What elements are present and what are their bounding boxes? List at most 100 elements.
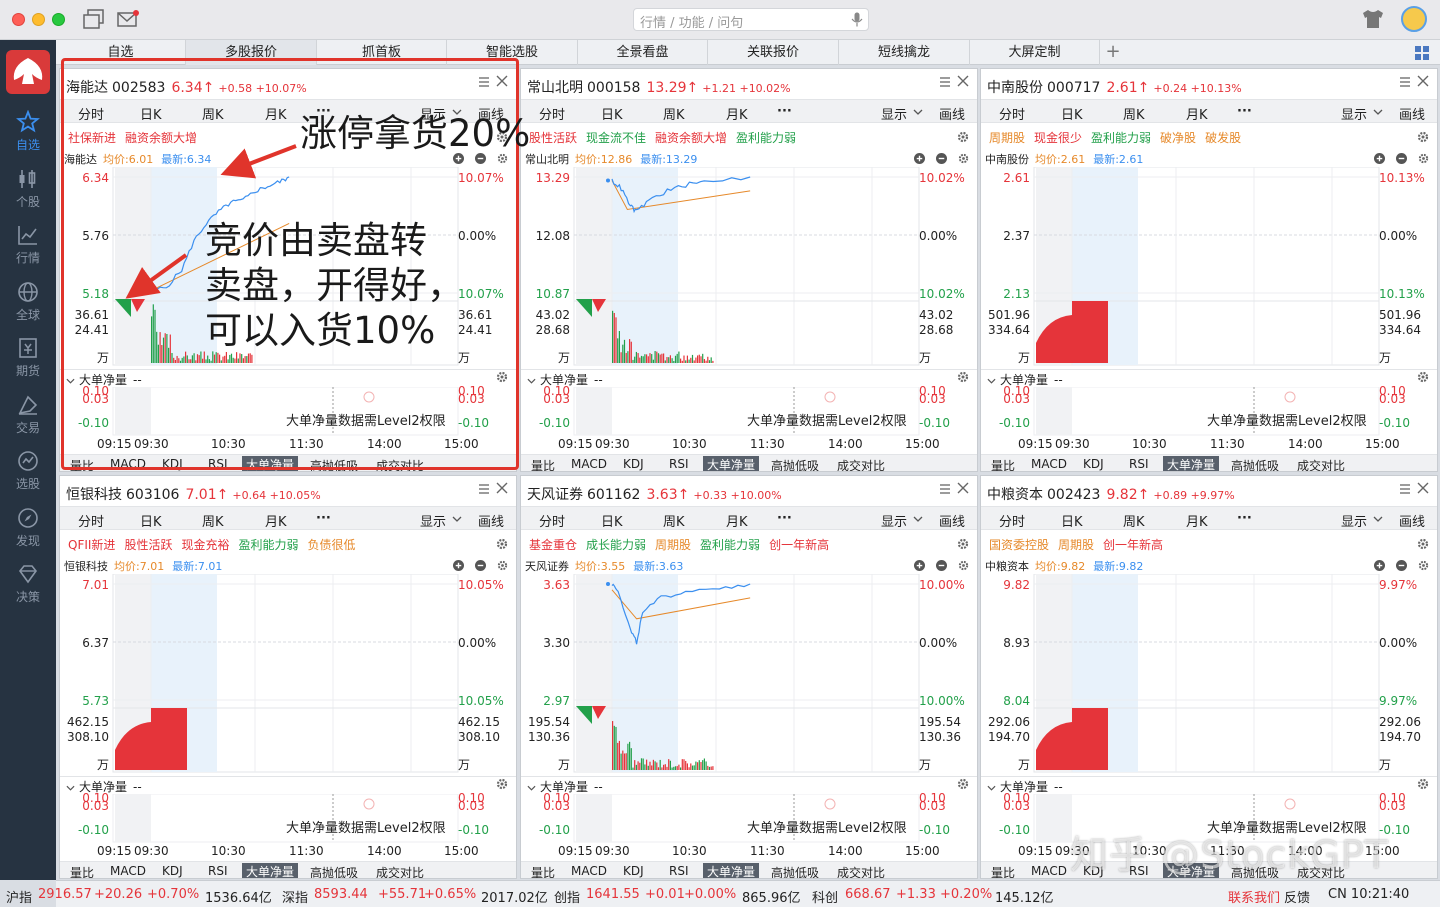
indicator-tab-4[interactable]: 大单净量 [703,456,760,471]
cy-index-name[interactable]: 创指 [554,887,580,906]
stock-tag[interactable]: 基金重仓 [529,538,577,552]
panel-tab-5[interactable]: 显示 [881,511,907,530]
indicator-tab-6[interactable]: 成交对比 [837,864,885,878]
user-avatar[interactable] [1401,6,1427,32]
close-icon[interactable] [1417,75,1429,87]
stock-tag[interactable]: 盈利能力弱 [1091,131,1151,145]
close-icon[interactable] [957,482,969,494]
panel-tab-3[interactable]: 月K [1186,511,1208,530]
add-tab-button[interactable]: + [1102,40,1124,65]
mail-icon[interactable] [116,9,140,29]
feedback-link[interactable]: 反馈 [1284,887,1310,906]
panel-tab-2[interactable]: 周K [1123,511,1145,530]
panel-menu-icon[interactable] [478,483,490,495]
close-icon[interactable] [1417,482,1429,494]
search-input[interactable]: 行情 / 功能 / 问句 [633,8,869,31]
stock-tag[interactable]: 现金很少 [1034,131,1082,145]
indicator-tab-6[interactable]: 成交对比 [1297,457,1345,471]
stock-tag[interactable]: 融资余额大增 [655,131,727,145]
intraday-chart[interactable]: 9.82 9.97% 8.93 0.00% 8.04 9.97% 292.06 292.06 1… [981,574,1437,774]
panel-tab-2[interactable]: 周K [663,511,685,530]
panel-tab-4[interactable]: ··· [1237,104,1252,119]
indicator-tab-5[interactable]: 高抛低吸 [771,457,819,471]
panel-tab-1[interactable]: 日K [1061,511,1083,530]
gear-icon[interactable] [497,560,508,571]
chevron-down-icon[interactable] [1373,109,1383,115]
panel-tab-6[interactable]: 画线 [478,511,504,530]
indicator-tab-6[interactable]: 成交对比 [376,864,424,878]
stock-tag[interactable]: 盈利能力弱 [700,538,760,552]
sidebar-item-4[interactable]: 期货 [0,330,56,386]
indicator-tab-3[interactable]: RSI [1129,457,1149,471]
kc-index-name[interactable]: 科创 [812,887,838,906]
panel-tab-1[interactable]: 日K [140,511,162,530]
panel-tab-0[interactable]: 分时 [539,511,565,530]
sidebar-item-6[interactable]: 选股 [0,443,56,499]
panel-tab-1[interactable]: 日K [601,511,623,530]
zoom-out-icon[interactable] [936,560,947,571]
stock-panel-002423[interactable]: 中粮资本 002423 9.82↑ +0.89 +9.97% 分时 日K 周K 月K ··· 显示… [980,475,1438,879]
layout-grid-icon[interactable] [1414,45,1430,61]
gear-icon[interactable] [958,560,969,571]
panel-tab-4[interactable]: ··· [316,511,331,526]
panel-tab-2[interactable]: 周K [1123,104,1145,123]
zoom-in-icon[interactable] [453,560,464,571]
panel-tab-3[interactable]: 月K [726,104,748,123]
gear-icon[interactable] [496,538,508,550]
indicator-tab-4[interactable]: 大单净量 [703,863,760,878]
indicator-tab-4[interactable]: 大单净量 [1163,456,1220,471]
panel-tab-3[interactable]: 月K [726,511,748,530]
panel-tab-4[interactable]: ··· [777,511,792,526]
indicator-tab-6[interactable]: 成交对比 [837,457,885,471]
gear-icon[interactable] [1417,538,1429,550]
zoom-in-icon[interactable] [914,560,925,571]
indicator-tab-0[interactable]: 量比 [991,457,1015,471]
intraday-chart[interactable]: 2.61 10.13% 2.37 0.00% 2.13 10.13% 501.96 501.9… [981,167,1437,367]
indicator-tab-0[interactable]: 量比 [991,864,1015,878]
stock-tag[interactable]: 股性活跃 [529,131,577,145]
indicator-tab-5[interactable]: 高抛低吸 [310,864,358,878]
indicator-tab-3[interactable]: RSI [669,864,689,878]
stock-panel-000717[interactable]: 中南股份 000717 2.61↑ +0.24 +10.13% 分时 日K 周K 月K ··· 显… [980,68,1438,472]
panel-tab-4[interactable]: ··· [777,104,792,119]
panel-tab-6[interactable]: 画线 [1399,104,1425,123]
tab-6[interactable]: 短线擒龙 [839,40,970,65]
sidebar-item-1[interactable]: 个股 [0,161,56,217]
app-logo[interactable] [6,50,50,94]
panel-tab-3[interactable]: 月K [1186,104,1208,123]
stock-tag[interactable]: 负债很低 [307,538,355,552]
panel-tab-6[interactable]: 画线 [1399,511,1425,530]
gear-icon[interactable] [957,538,969,550]
tab-4[interactable]: 全景看盘 [578,40,708,65]
gear-icon[interactable] [496,778,508,790]
stock-tag[interactable]: 创一年新高 [1103,538,1163,552]
panel-tab-5[interactable]: 显示 [881,104,907,123]
panel-tab-3[interactable]: 月K [265,511,287,530]
stock-tag[interactable]: 现金流不佳 [586,131,646,145]
indicator-tab-1[interactable]: MACD [571,864,607,878]
stock-tag[interactable]: 国资委控股 [989,538,1049,552]
indicator-tab-5[interactable]: 高抛低吸 [771,864,819,878]
indicator-tab-1[interactable]: MACD [1031,457,1067,471]
panel-menu-icon[interactable] [939,76,951,88]
sidebar-item-2[interactable]: 行情 [0,217,56,273]
stock-tag[interactable]: 盈利能力弱 [238,538,298,552]
sz-index-name[interactable]: 深指 [282,887,308,906]
stock-name[interactable]: 天风证券 [527,487,583,503]
panel-tab-6[interactable]: 画线 [939,511,965,530]
chevron-down-icon[interactable] [913,109,923,115]
stock-tag[interactable]: 成长能力弱 [586,538,646,552]
indicator-tab-5[interactable]: 高抛低吸 [1231,457,1279,471]
stock-name[interactable]: 恒银科技 [66,487,122,503]
window-switch-icon[interactable] [82,8,106,30]
gear-icon[interactable] [957,371,969,383]
close-window-button[interactable] [12,13,25,26]
panel-tab-5[interactable]: 显示 [1341,104,1367,123]
stock-tag[interactable]: 盈利能力弱 [736,131,796,145]
maximize-window-button[interactable] [52,13,65,26]
panel-tab-0[interactable]: 分时 [78,511,104,530]
sidebar-item-3[interactable]: 全球 [0,274,56,330]
sidebar-item-0[interactable]: 自选 [0,104,56,160]
zoom-out-icon[interactable] [1396,153,1407,164]
stock-tag[interactable]: 创一年新高 [769,538,829,552]
